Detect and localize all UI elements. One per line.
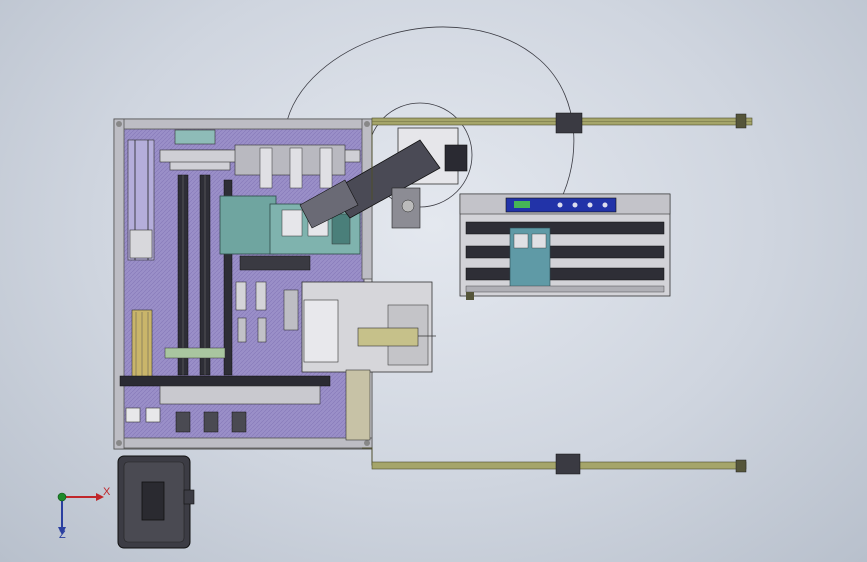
test-module[interactable] — [459, 193, 671, 300]
lower-guide-rail[interactable] — [362, 447, 747, 475]
axis-x-label: X — [103, 486, 111, 498]
cad-viewport[interactable]: X Z — [0, 0, 867, 562]
y-axis-dot — [57, 492, 67, 502]
assembly-drawing[interactable] — [0, 0, 867, 562]
controller-box[interactable] — [117, 455, 195, 549]
axis-z-label: Z — [59, 529, 66, 541]
